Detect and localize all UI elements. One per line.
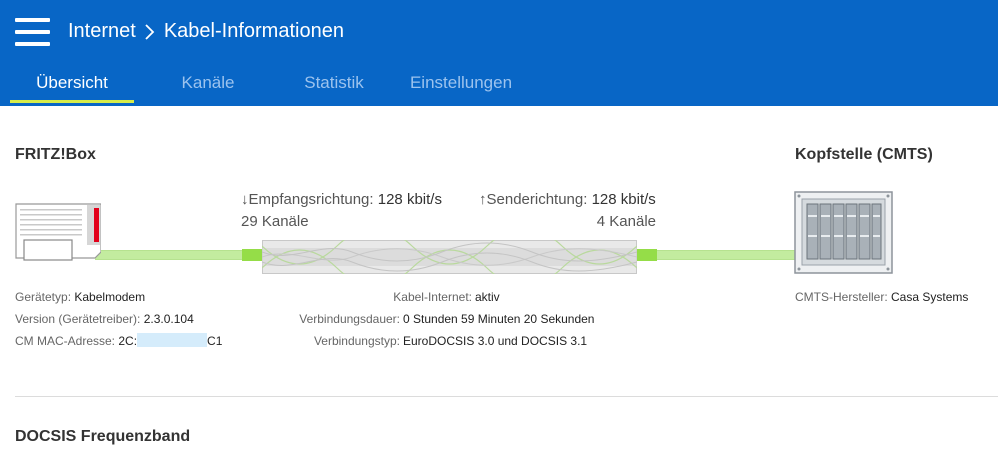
- breadcrumb: Internet Kabel-Informationen: [68, 20, 344, 43]
- cmts-title: Kopfstelle (CMTS): [795, 146, 933, 163]
- breadcrumb-current: Kabel-Informationen: [163, 20, 344, 42]
- connection-info: Kabel-Internet: aktiv Verbindungsdauer: 0 …: [250, 286, 670, 352]
- chevron-right-icon: [145, 23, 155, 40]
- device-type-row: Gerätetyp: Kabelmodem: [15, 290, 146, 304]
- cmts-device-icon: [794, 191, 893, 274]
- upstream-channels: 4 Kanäle: [596, 213, 656, 230]
- main-content: FRITZ!Box Kopfstelle (CMTS) ↓Empfangsric…: [0, 106, 998, 451]
- connection-type-row: Verbindungstyp: EuroDOCSIS 3.0 und DOCSIS…: [313, 334, 588, 348]
- mac-address-row: CM MAC-Adresse: 2C: C1: [15, 333, 223, 348]
- cable-bundle-graphic: [262, 240, 637, 274]
- fritzbox-title: FRITZ!Box: [15, 146, 96, 163]
- tab-overview[interactable]: Übersicht: [10, 66, 134, 103]
- app-header: Internet Kabel-Informationen Übersicht K…: [0, 0, 998, 106]
- cable-right: [655, 250, 800, 260]
- downstream-rate: ↓Empfangsrichtung: 128 kbit/s: [241, 191, 442, 208]
- arrow-down-icon: ↓: [241, 191, 249, 208]
- tab-statistics[interactable]: Statistik: [284, 66, 384, 103]
- section-divider: [15, 396, 998, 397]
- device-info: Gerätetyp: Kabelmodem Version (Gerätetre…: [15, 286, 222, 352]
- downstream-channels: 29 Kanäle: [241, 213, 309, 230]
- driver-version-row: Version (Gerätetreiber): 2.3.0.104: [15, 312, 194, 326]
- hamburger-menu-icon[interactable]: [15, 18, 51, 46]
- cmts-vendor-row: CMTS-Hersteller: Casa Systems: [795, 290, 969, 304]
- cmts-info: CMTS-Hersteller: Casa Systems: [795, 286, 968, 308]
- tab-settings[interactable]: Einstellungen: [396, 66, 526, 103]
- fritzbox-device-icon: [15, 203, 101, 261]
- breadcrumb-root[interactable]: Internet: [68, 20, 136, 43]
- cable-internet-row: Kabel-Internet: aktiv: [393, 290, 500, 304]
- cable-left: [95, 250, 245, 260]
- tab-channels[interactable]: Kanäle: [146, 66, 270, 103]
- upstream-rate: ↑Senderichtung: 128 kbit/s: [479, 191, 656, 208]
- tab-bar: Übersicht Kanäle Statistik Einstellungen: [10, 66, 526, 103]
- redacted-block: [137, 333, 208, 347]
- arrow-up-icon: ↑: [479, 191, 487, 208]
- connection-duration-row: Verbindungsdauer: 0 Stunden 59 Minuten 20…: [299, 312, 595, 326]
- docsis-section-title: DOCSIS Frequenzband: [15, 428, 191, 445]
